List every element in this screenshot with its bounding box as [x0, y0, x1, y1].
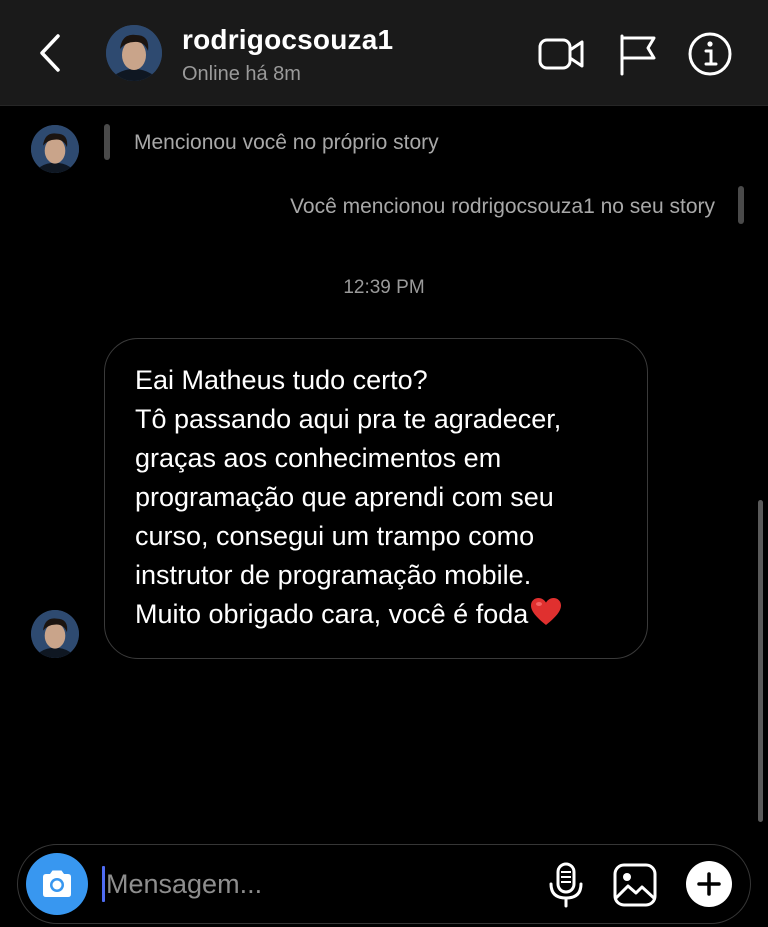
- voice-message-button[interactable]: [546, 862, 586, 908]
- story-reply-bar: [738, 186, 744, 224]
- chevron-left-icon: [40, 34, 60, 72]
- chat-header: rodrigocsouza1 Online há 8m: [0, 0, 768, 106]
- contact-avatar[interactable]: [106, 25, 162, 81]
- video-camera-icon: [538, 38, 584, 70]
- message-composer: [17, 844, 751, 924]
- contact-username[interactable]: rodrigocsouza1: [182, 24, 393, 56]
- message-line: graças aos conhecimentos em: [135, 443, 502, 473]
- message-line: Muito obrigado cara, você é foda: [135, 599, 529, 629]
- message-line: Tô passando aqui pra te agradecer,: [135, 404, 562, 434]
- plus-icon: [697, 872, 721, 896]
- message-timestamp: 12:39 PM: [343, 277, 425, 298]
- gallery-icon: [613, 863, 657, 907]
- gallery-button[interactable]: [612, 862, 658, 908]
- report-button[interactable]: [614, 30, 662, 78]
- story-reply-bar: [104, 124, 110, 160]
- chat-screen: rodrigocsouza1 Online há 8m Mencionou vo…: [0, 0, 768, 927]
- story-mention-text[interactable]: Mencionou você no próprio story: [134, 131, 439, 155]
- microphone-icon: [549, 862, 583, 908]
- avatar-portrait: [31, 125, 79, 173]
- more-options-button[interactable]: [686, 861, 732, 907]
- info-button[interactable]: [686, 30, 734, 78]
- contact-avatar-small[interactable]: [31, 125, 79, 173]
- message-line: instrutor de programação mobile.: [135, 560, 532, 590]
- heart-icon: [531, 598, 562, 625]
- story-mention-sent-text[interactable]: Você mencionou rodrigocsouza1 no seu sto…: [290, 195, 715, 219]
- video-call-button[interactable]: [537, 30, 585, 78]
- camera-button[interactable]: [26, 853, 88, 915]
- message-bubble[interactable]: Eai Matheus tudo certo? Tô passando aqui…: [104, 338, 648, 659]
- camera-icon: [43, 870, 71, 897]
- info-icon: [688, 32, 732, 76]
- message-last-line: Muito obrigado cara, você é foda: [135, 595, 619, 634]
- avatar-portrait: [31, 610, 79, 658]
- avatar-portrait: [106, 25, 162, 81]
- online-status: Online há 8m: [182, 63, 301, 85]
- message-line: curso, consegui um trampo como: [135, 521, 535, 551]
- flag-icon: [620, 34, 656, 76]
- message-input[interactable]: [106, 857, 526, 911]
- text-cursor: [102, 866, 105, 902]
- back-button[interactable]: [30, 30, 74, 76]
- sender-avatar[interactable]: [31, 610, 79, 658]
- scrollbar[interactable]: [758, 500, 763, 822]
- message-line: Eai Matheus tudo certo?: [135, 365, 428, 395]
- message-line: programação que aprendi com seu: [135, 482, 554, 512]
